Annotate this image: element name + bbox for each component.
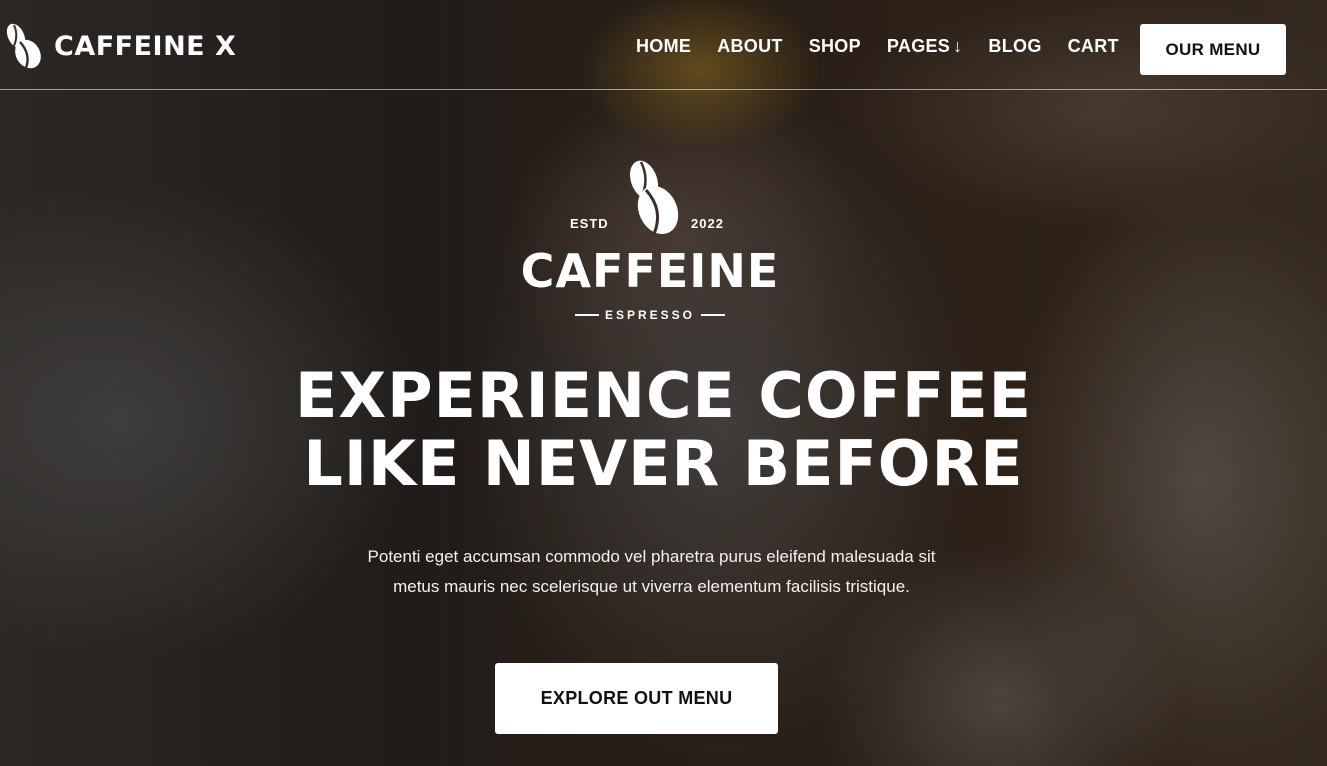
brand-name: CAFFEINE X bbox=[54, 30, 237, 62]
main-nav: HOME ABOUT SHOP PAGES ↓ BLOG CART bbox=[636, 36, 1145, 57]
description-line-1: Potenti eget accumsan commodo vel pharet… bbox=[367, 547, 936, 566]
headline-line-2: LIKE NEVER BEFORE bbox=[303, 427, 1024, 500]
nav-item-about[interactable]: ABOUT bbox=[717, 36, 783, 57]
logo-subtitle: ESPRESSO bbox=[520, 308, 780, 322]
nav-label: ABOUT bbox=[717, 36, 783, 56]
site-header: CAFFEINE X HOME ABOUT SHOP PAGES ↓ BLOG C… bbox=[0, 0, 1327, 90]
nav-item-pages[interactable]: PAGES ↓ bbox=[887, 36, 963, 57]
hero-logo: ESTD 2022 CAFFEINE ESPRESSO bbox=[520, 150, 780, 330]
nav-item-home[interactable]: HOME bbox=[636, 36, 691, 57]
nav-label: SHOP bbox=[808, 36, 861, 56]
headline-line-1: EXPERIENCE COFFEE bbox=[294, 359, 1033, 432]
our-menu-button[interactable]: OUR MENU bbox=[1140, 24, 1286, 75]
nav-label: HOME bbox=[636, 36, 692, 56]
brand-logo-link[interactable]: CAFFEINE X bbox=[4, 20, 236, 72]
coffee-bean-icon bbox=[6, 23, 41, 69]
divider bbox=[574, 314, 599, 316]
arrow-down-icon: ↓ bbox=[953, 36, 963, 56]
logo-year-text: 2022 bbox=[691, 216, 724, 231]
nav-item-blog[interactable]: BLOG bbox=[988, 36, 1041, 57]
nav-item-shop[interactable]: SHOP bbox=[809, 36, 861, 57]
explore-menu-button[interactable]: EXPLORE OUT MENU bbox=[495, 663, 778, 734]
logo-subtitle-text: ESPRESSO bbox=[604, 308, 696, 322]
divider bbox=[701, 314, 726, 316]
hero-headline: EXPERIENCE COFFEE LIKE NEVER BEFORE bbox=[200, 362, 1127, 498]
nav-label: BLOG bbox=[988, 36, 1042, 56]
description-line-2: metus mauris nec scelerisque ut viverra … bbox=[393, 577, 910, 596]
logo-estd-text: ESTD bbox=[570, 216, 609, 231]
nav-label: CART bbox=[1067, 36, 1119, 56]
nav-label: PAGES bbox=[886, 36, 951, 56]
coffee-beans-icon bbox=[629, 160, 679, 235]
nav-item-cart[interactable]: CART bbox=[1068, 36, 1119, 57]
logo-wordmark: CAFFEINE bbox=[520, 244, 780, 298]
hero-description: Potenti eget accumsan commodo vel pharet… bbox=[300, 542, 1003, 602]
